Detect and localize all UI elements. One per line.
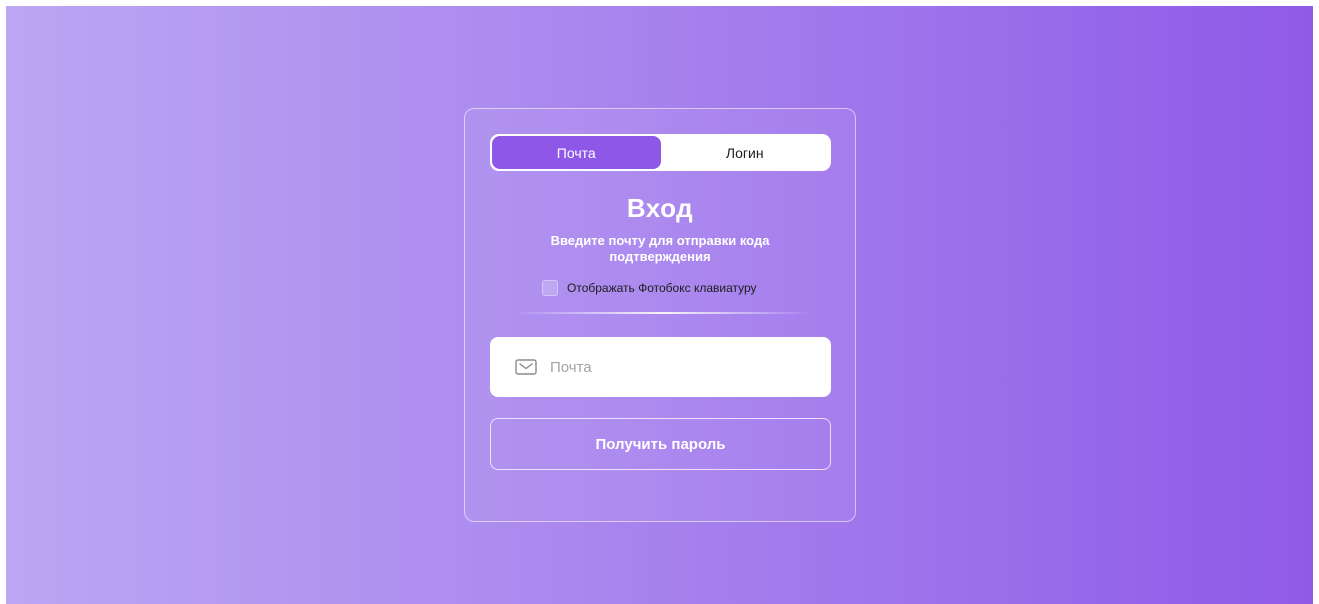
page-title: Вход [626,193,694,223]
keyboard-checkbox[interactable] [542,280,558,296]
get-password-button[interactable]: Получить пароль [490,418,831,470]
email-input[interactable] [548,357,812,377]
page-background: Почта Логин Вход Введите почту для отпра… [6,6,1313,604]
login-subtitle: Введите почту для отправки кода подтверж… [550,233,770,264]
login-card: Почта Логин Вход Введите почту для отпра… [464,108,856,522]
tab-login[interactable]: Логин [661,136,830,169]
divider [513,312,813,314]
keyboard-option-label: Отображать Фотобокс клавиатуру [567,281,757,295]
email-field[interactable] [490,337,831,397]
mail-icon [515,358,537,376]
tab-email[interactable]: Почта [492,136,661,169]
auth-method-tabs: Почта Логин [490,134,831,171]
keyboard-option[interactable]: Отображать Фотобокс клавиатуру [542,280,757,296]
